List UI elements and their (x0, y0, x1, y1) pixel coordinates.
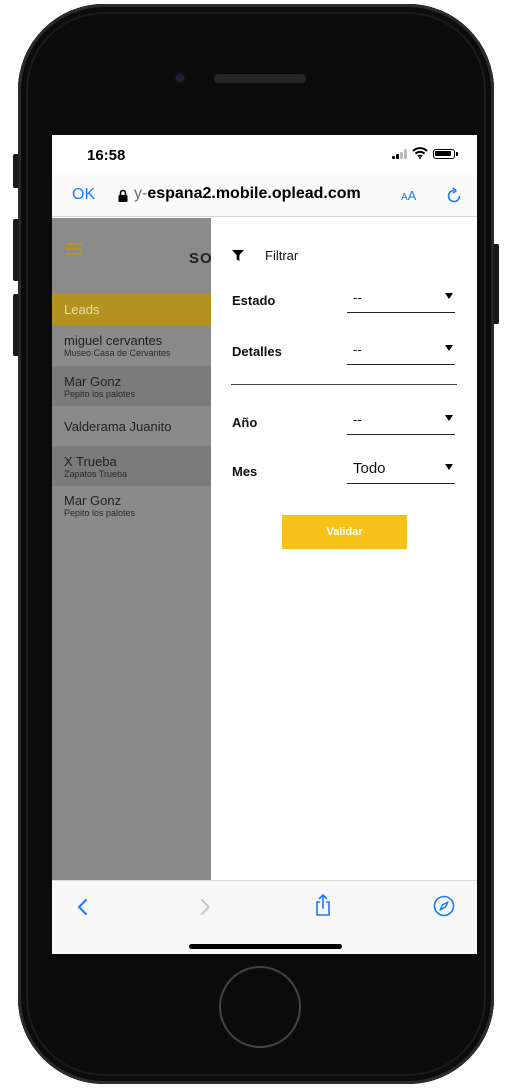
estado-label: Estado (232, 293, 276, 308)
lead-company: Zapatos Trueba (64, 469, 128, 479)
leads-label: Leads (64, 302, 100, 317)
share-icon[interactable] (314, 893, 332, 917)
ok-button[interactable]: OK (72, 186, 95, 204)
ano-value: -- (353, 412, 362, 427)
lead-company: Pepito los palotes (64, 389, 136, 399)
url-faded-prefix: y- (134, 185, 148, 202)
ano-select[interactable]: -- (347, 409, 455, 435)
lead-name: miguel cervantes (64, 333, 163, 348)
status-bar: 16:58 (52, 135, 477, 175)
volume-up-button (13, 219, 19, 281)
caret-down-icon (445, 293, 453, 299)
device-screen: 16:58 OK y-espana2.mobile.oplead.com AA (52, 135, 477, 954)
mes-select[interactable]: Todo (347, 458, 455, 484)
caret-down-icon (445, 464, 453, 470)
browser-toolbar (52, 880, 477, 954)
lead-item[interactable]: X Trueba Zapatos Trueba (52, 446, 211, 486)
lead-item[interactable]: Valderama Juanito (52, 406, 211, 446)
mes-label: Mes (232, 464, 258, 479)
mes-value: Todo (353, 460, 386, 477)
lead-company: Pepito los palotes (64, 508, 136, 518)
url-domain: espana2.mobile.oplead.com (147, 185, 361, 202)
caret-down-icon (445, 345, 453, 351)
front-camera (174, 72, 186, 84)
filter-icon (232, 250, 244, 261)
lead-item[interactable]: miguel cervantes Museo Casa de Cervantes (52, 326, 211, 366)
forward-icon[interactable] (198, 897, 212, 917)
browser-address-bar: OK y-espana2.mobile.oplead.com AA (52, 175, 477, 217)
back-icon[interactable] (76, 897, 90, 917)
signal-icon (392, 149, 408, 159)
app-lead-list: SO Leads miguel cervantes Museo Casa de … (52, 218, 213, 880)
url-text[interactable]: y-espana2.mobile.oplead.com (134, 185, 361, 203)
lead-company: Museo Casa de Cervantes (64, 348, 171, 358)
validate-button[interactable]: Validar (282, 515, 407, 549)
estado-select[interactable]: -- (347, 287, 455, 313)
wifi-icon (412, 147, 428, 159)
estado-value: -- (353, 290, 362, 305)
home-button[interactable] (219, 966, 301, 1048)
detalles-label: Detalles (232, 344, 282, 359)
mute-switch (13, 154, 19, 188)
text-size-big-a: A (407, 188, 417, 203)
earpiece-speaker (214, 74, 306, 83)
volume-down-button (13, 294, 19, 356)
app-title: SO (189, 250, 213, 267)
filter-panel: Filtrar Estado -- Detalles -- Año -- Mes… (211, 218, 477, 880)
home-indicator (189, 944, 342, 949)
lead-name: X Trueba (64, 454, 117, 469)
leads-header: Leads (52, 293, 211, 326)
lock-icon (118, 189, 128, 202)
menu-icon[interactable] (66, 243, 82, 255)
reload-icon[interactable] (446, 187, 462, 205)
detalles-value: -- (353, 342, 362, 357)
status-time: 16:58 (87, 147, 126, 164)
filter-title: Filtrar (265, 248, 299, 263)
text-size-small-a: A (401, 192, 408, 203)
lead-name: Valderama Juanito (64, 419, 172, 434)
app-header: SO (52, 218, 213, 286)
battery-icon (433, 149, 458, 159)
ano-label: Año (232, 415, 258, 430)
power-button (493, 244, 499, 324)
divider (231, 384, 457, 385)
compass-icon[interactable] (433, 895, 455, 917)
lead-item[interactable]: Mar Gonz Pepito los palotes (52, 366, 211, 406)
lead-item[interactable]: Mar Gonz Pepito los palotes (52, 486, 211, 526)
text-size-button[interactable]: AA (401, 188, 416, 203)
caret-down-icon (445, 415, 453, 421)
detalles-select[interactable]: -- (347, 339, 455, 365)
lead-name: Mar Gonz (64, 374, 122, 389)
lead-name: Mar Gonz (64, 493, 122, 508)
